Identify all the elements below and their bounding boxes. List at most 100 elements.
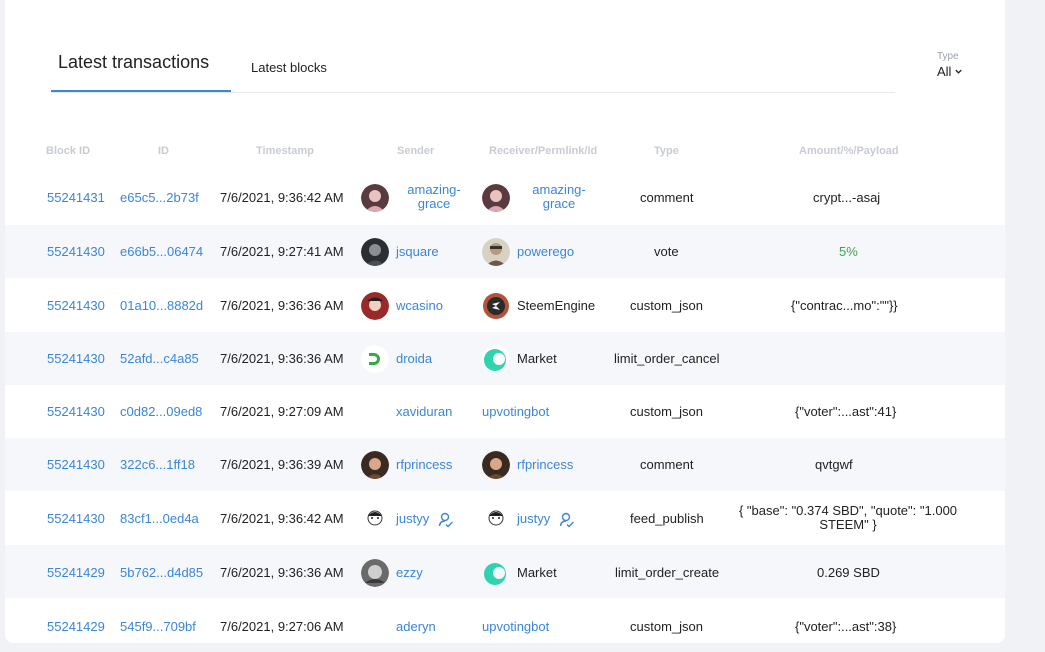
tx-id-link[interactable]: 322c6...1ff18 [120, 457, 195, 472]
tx-payload: crypt...-asaj [813, 190, 881, 205]
tx-id-link[interactable]: 83cf1...0ed4a [120, 511, 199, 526]
sender-name-link[interactable]: jsquare [396, 244, 439, 259]
timestamp: 7/6/2021, 9:27:41 AM [220, 244, 344, 259]
receiver-name-line-2: grace [542, 196, 576, 211]
block-id-link[interactable]: 55241430 [47, 351, 105, 366]
col-header-payload: Amount/%/Payload [799, 145, 899, 157]
sender-name-link[interactable]: xaviduran [396, 404, 452, 419]
block-id-link[interactable]: 55241431 [47, 190, 105, 205]
tab-latest-transactions[interactable]: Latest transactions [51, 52, 231, 92]
tx-id-link[interactable]: 5b762...d4d85 [120, 565, 203, 580]
tx-type: comment [640, 190, 694, 205]
block-id-link[interactable]: 55241430 [47, 298, 105, 313]
timestamp: 7/6/2021, 9:27:09 AM [220, 404, 344, 419]
market-logo-icon[interactable] [482, 559, 510, 587]
timestamp: 7/6/2021, 9:36:42 AM [220, 511, 344, 526]
tx-id-link[interactable]: 545f9...709bf [120, 619, 196, 634]
sender-avatar[interactable] [361, 505, 389, 533]
col-header-type: Type [654, 145, 679, 157]
steemengine-logo-icon[interactable] [482, 292, 510, 320]
col-header-sender: Sender [397, 145, 435, 157]
tx-type: custom_json [630, 619, 703, 634]
sender-name-link[interactable]: wcasino [396, 298, 443, 313]
tab-latest-blocks[interactable]: Latest blocks [251, 60, 327, 75]
block-id-link[interactable]: 55241429 [47, 619, 105, 634]
tx-id-link[interactable]: c0d82...09ed8 [120, 404, 202, 419]
timestamp: 7/6/2021, 9:36:36 AM [220, 351, 344, 366]
market-logo-icon[interactable] [482, 345, 510, 373]
tx-payload: {"voter":...ast":41} [795, 404, 897, 419]
sender-name-link[interactable]: droida [396, 351, 432, 366]
tx-id-link[interactable]: 52afd...c4a85 [120, 351, 199, 366]
sender-name-link[interactable]: ezzy [396, 565, 423, 580]
sender-name-link[interactable]: amazing- grace [399, 183, 469, 211]
timestamp: 7/6/2021, 9:36:36 AM [220, 298, 344, 313]
receiver-name-link[interactable]: amazing- grace [524, 183, 594, 211]
table-row: 55241430 83cf1...0ed4a 7/6/2021, 9:36:42… [5, 491, 1005, 544]
table-row: 55241430 52afd...c4a85 7/6/2021, 9:36:36… [5, 332, 1005, 385]
timestamp: 7/6/2021, 9:36:42 AM [220, 190, 344, 205]
sender-name-line-2: grace [417, 196, 451, 211]
col-header-receiver: Receiver/Permlink/Id [489, 145, 598, 157]
receiver-avatar[interactable] [482, 505, 510, 533]
receiver-name-line-1: amazing- [532, 182, 586, 197]
receiver-name[interactable]: Market [517, 351, 557, 366]
timestamp: 7/6/2021, 9:36:39 AM [220, 457, 344, 472]
sender-avatar[interactable] [361, 184, 389, 212]
tx-id-link[interactable]: e65c5...2b73f [120, 190, 199, 205]
receiver-name-link[interactable]: upvotingbot [482, 619, 549, 634]
receiver-avatar[interactable] [482, 238, 510, 266]
receiver-avatar[interactable] [482, 184, 510, 212]
tx-payload-line-1: { "base": "0.374 SBD", "quote": "1.000 [738, 503, 958, 518]
block-id-link[interactable]: 55241430 [47, 457, 105, 472]
sender-name-link[interactable]: aderyn [396, 619, 436, 634]
sender-name-link[interactable]: rfprincess [396, 457, 452, 472]
tx-type: limit_order_cancel [614, 351, 720, 366]
sender-avatar[interactable] [361, 451, 389, 479]
receiver-name[interactable]: SteemEngine [517, 298, 595, 313]
type-filter-label: Type [937, 51, 959, 62]
tx-type: feed_publish [630, 511, 704, 526]
tx-payload: qvtgwf [815, 457, 853, 472]
tx-payload: { "base": "0.374 SBD", "quote": "1.000 S… [735, 504, 961, 532]
sender-avatar[interactable] [361, 238, 389, 266]
sender-avatar[interactable] [361, 559, 389, 587]
sender-name-link[interactable]: justyy [396, 511, 429, 526]
tx-payload: 5% [839, 244, 858, 259]
tx-type: custom_json [630, 298, 703, 313]
tx-payload: 0.269 SBD [817, 565, 880, 580]
receiver-name-link[interactable]: rfprincess [517, 457, 573, 472]
sender-name-line-1: amazing- [407, 182, 461, 197]
block-id-link[interactable]: 55241429 [47, 565, 105, 580]
receiver-name-link[interactable]: justyy [517, 511, 550, 526]
tx-id-link[interactable]: e66b5...06474 [120, 244, 203, 259]
table-row: 55241430 c0d82...09ed8 7/6/2021, 9:27:09… [5, 385, 1005, 438]
receiver-name-link[interactable]: upvotingbot [482, 404, 549, 419]
tx-payload: {"contrac...mo":""}} [791, 298, 898, 313]
table-row: 55241430 e66b5...06474 7/6/2021, 9:27:41… [5, 225, 1005, 278]
table-row: 55241429 5b762...d4d85 7/6/2021, 9:36:36… [5, 545, 1005, 598]
timestamp: 7/6/2021, 9:36:36 AM [220, 565, 344, 580]
witness-user-icon [559, 512, 574, 528]
tx-payload: {"voter":...ast":38} [795, 619, 897, 634]
block-id-link[interactable]: 55241430 [47, 244, 105, 259]
tab-bar: Latest transactions Latest blocks [51, 52, 895, 93]
tx-type: custom_json [630, 404, 703, 419]
block-id-link[interactable]: 55241430 [47, 511, 105, 526]
tx-type: limit_order_create [615, 565, 720, 580]
type-filter-value[interactable]: All [937, 64, 963, 79]
page-background-right [1005, 0, 1045, 643]
receiver-avatar[interactable] [482, 451, 510, 479]
tx-type: vote [654, 244, 679, 259]
type-filter-dropdown[interactable]: Type All [932, 51, 963, 79]
table-row: 55241429 545f9...709bf 7/6/2021, 9:27:06… [5, 599, 1005, 652]
receiver-name-link[interactable]: powerego [517, 244, 574, 259]
droida-logo-icon[interactable] [361, 345, 389, 373]
col-header-timestamp: Timestamp [256, 145, 314, 157]
tx-type: comment [640, 457, 694, 472]
tx-id-link[interactable]: 01a10...8882d [120, 298, 203, 313]
sender-avatar[interactable] [361, 292, 389, 320]
witness-user-icon [438, 512, 453, 528]
block-id-link[interactable]: 55241430 [47, 404, 105, 419]
receiver-name[interactable]: Market [517, 565, 557, 580]
